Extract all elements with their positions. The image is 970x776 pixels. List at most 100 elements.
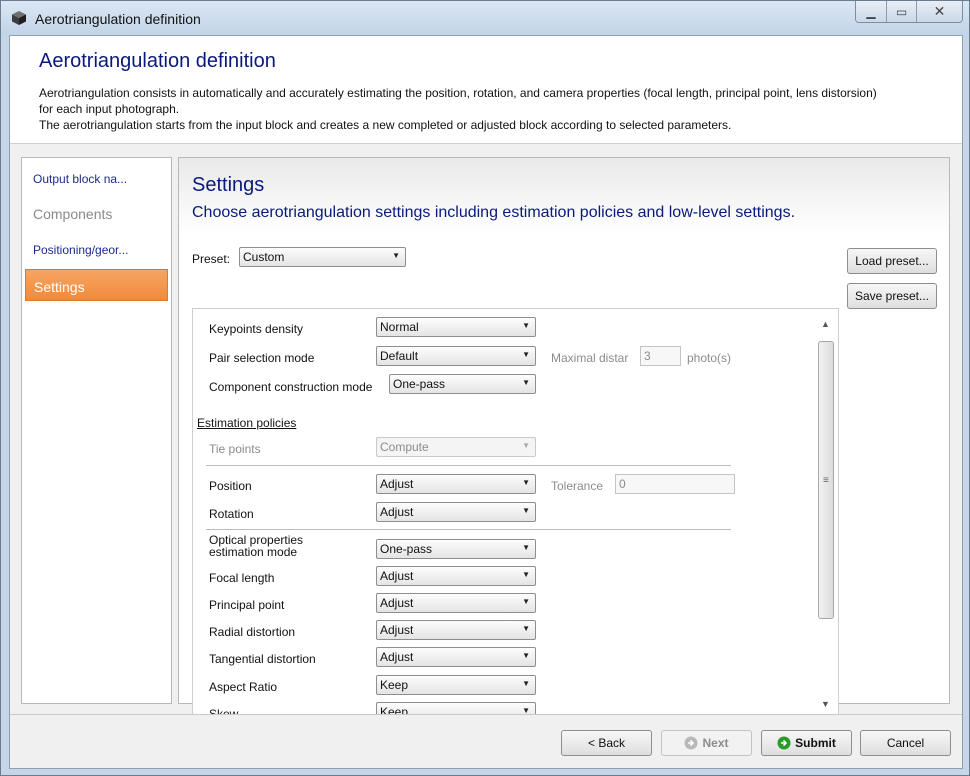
wizard-nav: Output block na... Components Positionin… <box>21 157 172 704</box>
settings-panel: Settings Choose aerotriangulation settin… <box>178 157 950 719</box>
tangential-distortion-value: Adjust <box>380 650 414 664</box>
chevron-down-icon: ▼ <box>522 506 530 515</box>
app-cube-icon <box>12 11 26 25</box>
radial-distortion-value: Adjust <box>380 623 414 637</box>
close-icon: ✕ <box>933 3 946 19</box>
tangential-distortion-label: Tangential distortion <box>209 652 316 666</box>
save-preset-button[interactable]: Save preset... <box>847 283 937 309</box>
radial-distortion-select[interactable]: Adjust ▼ <box>376 620 536 640</box>
header-desc-line1: Aerotriangulation consists in automatica… <box>39 86 877 100</box>
chevron-down-icon: ▼ <box>522 478 530 487</box>
submit-arrow-icon <box>777 736 791 750</box>
chevron-down-icon: ▼ <box>522 624 530 633</box>
load-preset-button[interactable]: Load preset... <box>847 248 937 274</box>
component-construction-label: Component construction mode <box>209 380 373 394</box>
rotation-select[interactable]: Adjust ▼ <box>376 502 536 522</box>
settings-scroll-area[interactable]: Keypoints density Normal ▼ Pair selectio… <box>192 308 839 719</box>
aspect-ratio-label: Aspect Ratio <box>209 680 278 694</box>
keypoints-density-select[interactable]: Normal ▼ <box>376 317 536 337</box>
chevron-down-icon: ▼ <box>522 378 530 387</box>
scroll-down-arrow-icon[interactable]: ▼ <box>821 699 830 709</box>
header-desc-line3: The aerotriangulation starts from the in… <box>39 118 732 132</box>
optical-properties-select[interactable]: One-pass ▼ <box>376 539 536 559</box>
vertical-scrollbar[interactable]: ▲ ≡ ▼ <box>817 315 835 713</box>
next-arrow-icon <box>684 736 698 750</box>
pair-selection-label: Pair selection mode <box>209 351 315 365</box>
header-title: Aerotriangulation definition <box>39 50 276 72</box>
tie-points-label: Tie points <box>209 442 261 456</box>
rotation-value: Adjust <box>380 505 414 519</box>
submit-button[interactable]: Submit <box>761 730 852 756</box>
nav-item-output-block[interactable]: Output block na... <box>33 172 127 186</box>
nav-item-components[interactable]: Components <box>33 206 112 222</box>
focal-length-select[interactable]: Adjust ▼ <box>376 566 536 586</box>
window-title: Aerotriangulation definition <box>35 11 201 27</box>
tangential-distortion-select[interactable]: Adjust ▼ <box>376 647 536 667</box>
position-label: Position <box>209 479 252 493</box>
header-description: Aerotriangulation consists in automatica… <box>39 85 949 133</box>
nav-item-positioning[interactable]: Positioning/geor... <box>33 243 128 257</box>
focal-length-value: Adjust <box>380 569 414 583</box>
grip-icon: ≡ <box>823 475 829 486</box>
principal-point-select[interactable]: Adjust ▼ <box>376 593 536 613</box>
preset-label: Preset: <box>192 252 231 266</box>
chevron-down-icon: ▼ <box>522 597 530 606</box>
title-bar: Aerotriangulation definition ▁ ▭ ✕ <box>1 1 969 35</box>
back-button[interactable]: < Back <box>561 730 652 756</box>
chevron-down-icon: ▼ <box>522 441 530 450</box>
maximize-button[interactable]: ▭ <box>886 1 916 22</box>
position-select[interactable]: Adjust ▼ <box>376 474 536 494</box>
header-desc-line2: for each input photograph. <box>39 102 180 116</box>
radial-distortion-label: Radial distortion <box>209 625 296 639</box>
tolerance-input[interactable]: 0 <box>615 474 735 494</box>
minimize-button[interactable]: ▁ <box>856 1 886 22</box>
preset-select[interactable]: Custom ▼ <box>239 247 406 267</box>
nav-item-settings[interactable]: Settings <box>25 269 168 301</box>
panel-title: Settings <box>192 174 265 196</box>
next-button[interactable]: Next <box>661 730 752 756</box>
optical-label-line2: estimation mode <box>209 545 298 556</box>
scroll-up-arrow-icon[interactable]: ▲ <box>821 319 830 329</box>
rotation-label: Rotation <box>209 507 254 521</box>
chevron-down-icon: ▼ <box>522 679 530 688</box>
component-construction-select[interactable]: One-pass ▼ <box>389 374 536 394</box>
window-controls: ▁ ▭ ✕ <box>855 1 963 23</box>
focal-length-label: Focal length <box>209 571 275 585</box>
divider <box>206 465 731 466</box>
optical-properties-label: Optical properties estimation mode <box>209 534 303 556</box>
tie-points-value: Compute <box>380 440 429 454</box>
tolerance-label: Tolerance <box>551 479 604 493</box>
chevron-down-icon: ▼ <box>522 543 530 552</box>
divider <box>206 529 731 530</box>
position-value: Adjust <box>380 477 414 491</box>
tie-points-select[interactable]: Compute ▼ <box>376 437 536 457</box>
pair-selection-select[interactable]: Default ▼ <box>376 346 536 366</box>
keypoints-density-label: Keypoints density <box>209 322 304 336</box>
aspect-ratio-select[interactable]: Keep ▼ <box>376 675 536 695</box>
maximal-distance-input[interactable]: 3 <box>640 346 681 366</box>
panel-subtitle: Choose aerotriangulation settings includ… <box>192 204 796 221</box>
chevron-down-icon: ▼ <box>392 251 400 260</box>
chevron-down-icon: ▼ <box>522 651 530 660</box>
aspect-ratio-value: Keep <box>380 678 409 692</box>
dialog-client: Aerotriangulation definition Aerotriangu… <box>9 35 963 769</box>
cancel-button[interactable]: Cancel <box>860 730 951 756</box>
preset-value: Custom <box>243 250 285 264</box>
submit-button-label: Submit <box>795 736 836 750</box>
maximize-icon: ▭ <box>895 4 908 19</box>
chevron-down-icon: ▼ <box>522 570 530 579</box>
close-button[interactable]: ✕ <box>916 1 962 22</box>
minimize-icon: ▁ <box>866 4 876 19</box>
keypoints-density-value: Normal <box>380 320 419 334</box>
next-button-label: Next <box>702 736 729 750</box>
panel-header: Settings Choose aerotriangulation settin… <box>179 158 949 234</box>
dialog-footer: < Back Next Submit Cancel <box>10 714 962 768</box>
maximal-distance-label: Maximal distar <box>551 351 629 365</box>
principal-point-label: Principal point <box>209 598 285 612</box>
pair-selection-value: Default <box>380 349 419 363</box>
scrollbar-thumb[interactable]: ≡ <box>818 341 834 619</box>
dialog-window: Aerotriangulation definition ▁ ▭ ✕ Aerot… <box>0 0 970 776</box>
dialog-header: Aerotriangulation definition Aerotriangu… <box>10 36 962 144</box>
component-construction-value: One-pass <box>393 377 446 391</box>
maximal-distance-unit: photo(s) <box>687 351 732 365</box>
